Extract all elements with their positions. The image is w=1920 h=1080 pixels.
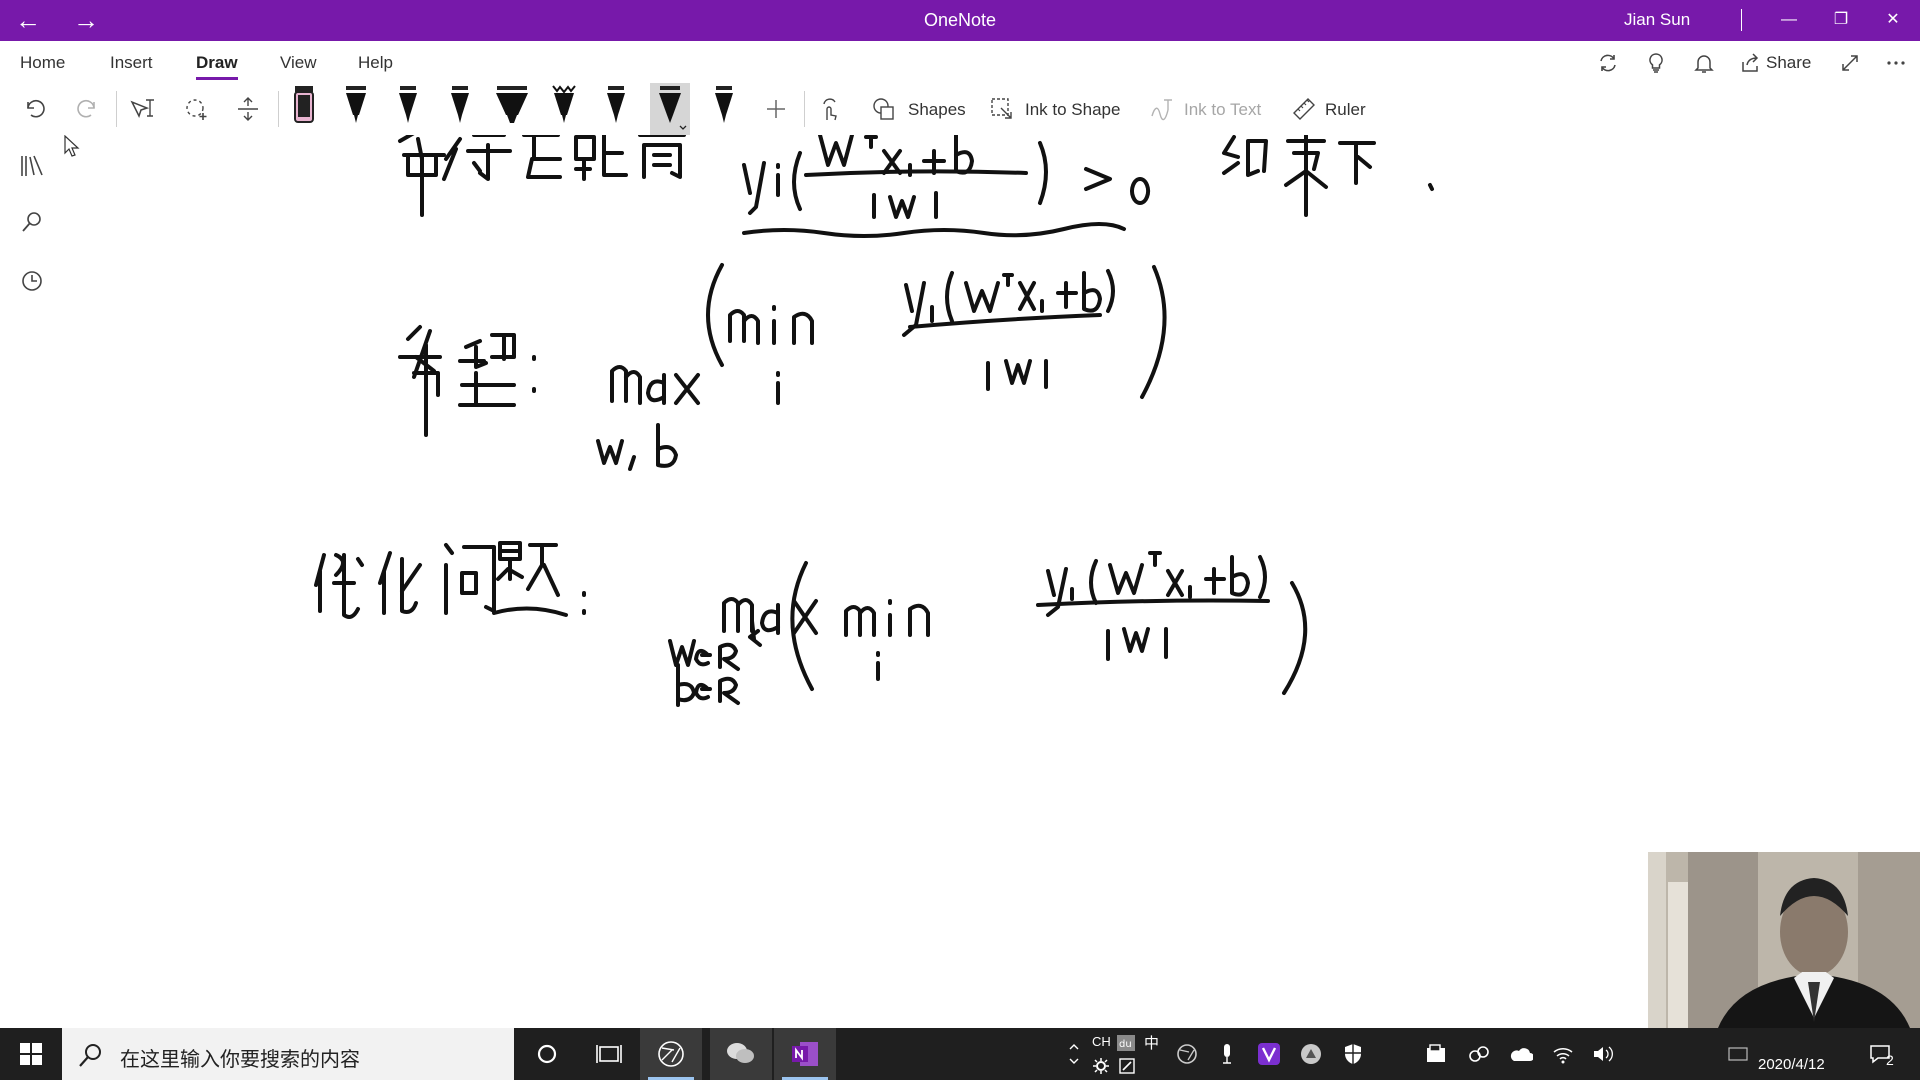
v-app-icon[interactable] [1254,1028,1284,1080]
tab-help[interactable]: Help [358,53,393,73]
pen-black-1[interactable] [336,83,376,135]
search-icon[interactable] [14,204,50,240]
ink-to-shape-icon[interactable] [984,91,1020,127]
add-pen-icon[interactable] [758,91,794,127]
share-button[interactable]: Share [1766,53,1811,73]
notification-center-icon[interactable]: 2 [1862,1028,1906,1080]
wechat-icon[interactable] [710,1028,772,1080]
ink-to-shape-button[interactable]: Ink to Shape [1025,100,1120,120]
search-icon [79,1044,101,1067]
share-icon[interactable] [1734,49,1766,77]
tab-insert[interactable]: Insert [110,53,153,73]
shapes-icon[interactable] [866,91,902,127]
more-icon[interactable] [1880,49,1912,77]
browser-tray-icon[interactable] [1172,1028,1202,1080]
tab-home[interactable]: Home [20,53,65,73]
tray-app-icon[interactable] [1296,1028,1326,1080]
notebooks-icon[interactable] [14,148,50,184]
settings-gear-icon[interactable] [1090,1054,1112,1078]
toolbar-separator [116,91,117,127]
handwritten-ink [314,135,1434,707]
note-canvas[interactable] [64,135,1920,1028]
onedrive-icon[interactable] [1506,1028,1536,1080]
highlighter-black-pen[interactable] [492,83,532,135]
windows-taskbar: 在这里输入你要搜索的内容 CH du 中 2020/4/12 2 [0,1028,1920,1080]
shapes-button[interactable]: Shapes [908,100,966,120]
taskbar-search-placeholder: 在这里输入你要搜索的内容 [120,1049,360,1071]
toolbar-separator [804,91,805,127]
edit-icon[interactable] [1116,1054,1138,1078]
lightbulb-icon[interactable] [1640,49,1672,77]
pen-black-3[interactable] [440,83,480,135]
mouse-cursor-icon [64,135,80,157]
lasso-select-icon[interactable] [124,91,160,127]
ink-row2 [398,263,1167,471]
webcam-overlay [1648,852,1920,1028]
ruler-icon[interactable] [1286,91,1322,127]
tray-expand-icon[interactable] [1062,1028,1086,1080]
title-bar: ← → OneNote Jian Sun — ❐ ✕ [0,0,1920,41]
windows-start-icon[interactable] [0,1028,62,1080]
lasso-shape-icon[interactable] [178,91,214,127]
task-view-icon[interactable] [578,1028,640,1080]
taskbar-date[interactable]: 2020/4/12 [1758,1056,1825,1073]
active-tab-indicator [196,77,238,80]
notification-count: 2 [1886,1052,1894,1068]
bell-icon[interactable] [1688,49,1720,77]
cloud-sync-icon[interactable] [1464,1028,1494,1080]
onenote-icon[interactable] [774,1028,836,1080]
svg-text:du: du [1119,1039,1132,1050]
close-icon[interactable]: ✕ [1870,6,1916,34]
recent-icon[interactable] [14,263,50,299]
ink-row1-formula [742,135,1151,238]
expand-icon[interactable] [1834,49,1866,77]
sync-icon[interactable] [1592,49,1624,77]
ink-row1-chinese [398,135,686,217]
language-indicator[interactable]: CH [1092,1034,1111,1049]
menu-bar: Home Insert Draw View Help Share [0,41,1920,83]
undo-icon[interactable] [16,91,52,127]
cortana-icon[interactable] [516,1028,578,1080]
keyboard-icon[interactable] [1724,1028,1752,1080]
presenter-video-image [1648,852,1920,1028]
draw-toolbar: Shapes Ink to Shape Ink to Text Ruler [0,83,1920,135]
toolbar-separator [278,91,279,127]
tab-draw[interactable]: Draw [196,53,238,73]
navigation-rail [0,135,64,1028]
browser-icon[interactable] [640,1028,702,1080]
restore-icon[interactable]: ❐ [1818,6,1864,34]
ink-row3 [314,541,1308,707]
volume-icon[interactable] [1588,1028,1618,1080]
user-name[interactable]: Jian Sun [1624,10,1690,30]
ruler-button[interactable]: Ruler [1325,100,1366,120]
ink-to-text-button: Ink to Text [1184,100,1262,119]
meeting-icon[interactable] [1422,1028,1452,1080]
pen-black-selected[interactable] [650,83,690,135]
pen-black-5[interactable] [704,83,744,135]
touch-draw-icon[interactable] [812,91,848,127]
add-space-icon[interactable] [230,91,266,127]
ime-mode[interactable]: 中 [1144,1032,1159,1053]
pen-galaxy[interactable] [544,83,584,135]
shield-icon[interactable] [1338,1028,1368,1080]
microphone-icon[interactable] [1212,1028,1242,1080]
ime-du-icon[interactable]: du [1116,1032,1136,1054]
ink-to-text-icon [1144,91,1180,127]
pen-black-4[interactable] [596,83,636,135]
pen-black-2[interactable] [388,83,428,135]
minimize-icon[interactable]: — [1766,6,1812,34]
tab-view[interactable]: View [280,53,317,73]
taskbar-search-box[interactable]: 在这里输入你要搜索的内容 [62,1028,514,1080]
ink-row1-chinese-right [1222,135,1434,217]
redo-icon[interactable] [70,91,106,127]
highlighter-pink-pen[interactable] [284,83,324,135]
title-separator [1741,9,1742,31]
wifi-icon[interactable] [1548,1028,1578,1080]
